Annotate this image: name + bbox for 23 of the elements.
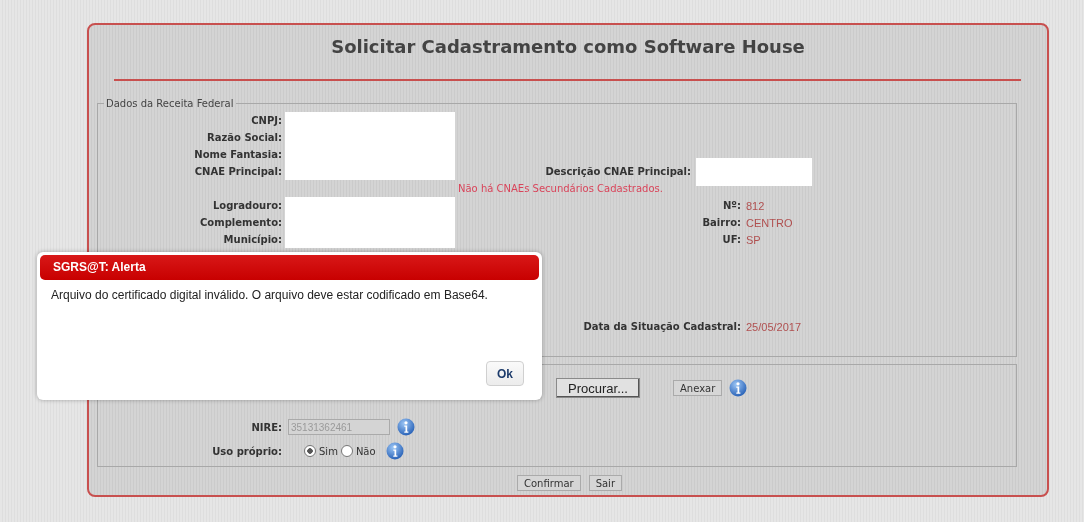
dialog-title: SGRS@T: Alerta (40, 255, 539, 280)
field-label: Data da Situação Cadastral: (582, 321, 741, 332)
field-value: CENTRO (746, 216, 793, 229)
field-value: 25/05/2017 (746, 320, 802, 333)
field-label: CNPJ: (250, 115, 282, 126)
field-label: Descrição CNAE Principal: (544, 166, 691, 177)
field-label: CNAE Principal: (193, 166, 282, 177)
info-message: Não há CNAEs Secundários Cadastrados. (458, 183, 663, 194)
field-label: Município: (222, 234, 282, 245)
field-label: Complemento: (199, 217, 282, 228)
field-label: Uso próprio: (211, 445, 282, 457)
field-label: NIRE: (250, 421, 282, 433)
fieldset-legend: Dados da Receita Federal (104, 98, 236, 109)
field-value: SP (746, 233, 761, 246)
field-label: Razão Social: (206, 132, 282, 143)
dialog-message: Arquivo do certificado digital inválido. O arquivo deve estar codificado em Base64. (50, 287, 489, 304)
field-label: Logradouro: (211, 200, 282, 211)
page-title: Solicitar Cadastramento como Software House (330, 35, 806, 59)
field-label: Nº: (722, 200, 741, 211)
field-label: Bairro: (701, 217, 741, 228)
field-value: 812 (746, 199, 765, 212)
field-label: UF: (721, 234, 741, 245)
field-label: Nome Fantasia: (193, 149, 282, 160)
